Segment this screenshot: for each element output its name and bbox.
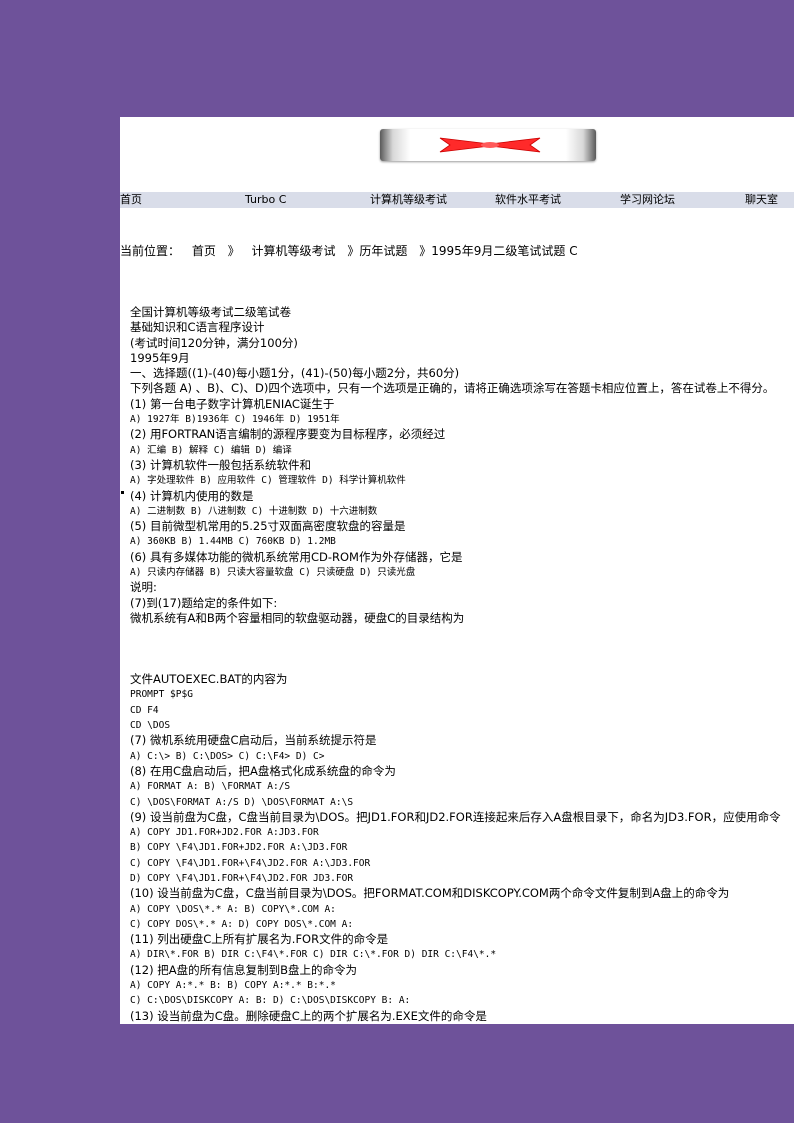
margin-dot <box>121 491 124 494</box>
breadcrumb-past-papers[interactable]: 》历年试题 <box>347 244 407 258</box>
answer-options-line: CD F4 <box>130 704 159 716</box>
answer-options-line: A) COPY \DOS\*.* A: B) COPY\*.COM A: <box>130 903 336 915</box>
exam-content: 全国计算机等级考试二级笔试卷 基础知识和C语言程序设计 (考试时间120分钟，满分1… <box>130 305 794 1024</box>
text-line: (7) 微机系统用硬盘C启动后，当前系统提示符是 <box>130 733 377 748</box>
text-line: (12) 把A盘的所有信息复制到B盘上的命令为 <box>130 962 358 977</box>
answer-options-line: A) 1927年 B)1936年 C) 1946年 D) 1951年 <box>130 414 340 426</box>
answer-options-line: A) FORMAT A: B) \FORMAT A:/S <box>130 781 291 793</box>
text-line: (4) 计算机内使用的数是 <box>130 488 254 503</box>
text-line: (3) 计算机软件一般包括系统软件和 <box>130 457 311 472</box>
breadcrumb-home[interactable]: 首页 <box>192 244 216 258</box>
nav-chat[interactable]: 聊天室 <box>745 192 778 208</box>
breadcrumb-computer-exam[interactable]: 计算机等级考试 <box>252 244 336 258</box>
answer-options-line: A) 二进制数 B) 八进制数 C) 十进制数 D) 十六进制数 <box>130 505 378 517</box>
text-line: (1) 第一台电子数字计算机ENIAC诞生于 <box>130 396 335 411</box>
text-line: (13) 设当前盘为C盘。删除硬盘C上的两个扩展名为.EXE文件的命令是 <box>130 1008 487 1023</box>
answer-options-line: A) 汇编 B) 解释 C) 编辑 D) 编译 <box>130 444 292 456</box>
answer-options-line: A) 字处理软件 B) 应用软件 C) 管理软件 D) 科学计算机软件 <box>130 475 406 487</box>
answer-options-line: A) C:\> B) C:\DOS> C) C:\F4> D) C> <box>130 750 325 762</box>
nav-computer-exam[interactable]: 计算机等级考试 <box>370 192 447 208</box>
text-line: 下列各题 A) 、B)、C)、D)四个选项中，只有一个选项是正确的，请将正确选项… <box>130 381 775 396</box>
answer-options-line: C) COPY \F4\JD1.FOR+\F4\JD2.FOR A:\JD3.F… <box>130 857 371 869</box>
text-line: 全国计算机等级考试二级笔试卷 <box>130 305 291 319</box>
answer-options-line: C) C:\DOS\DISKCOPY A: B: D) C:\DOS\DISKC… <box>130 995 411 1007</box>
nav-forum[interactable]: 学习网论坛 <box>620 192 675 208</box>
breadcrumb: 当前位置： 首页 》 计算机等级考试 》历年试题 》1995年9月二级笔试试题 … <box>120 242 794 259</box>
answer-options-line: B) COPY \F4\JD1.FOR+JD2.FOR A:\JD3.FOR <box>130 842 348 854</box>
text-line: 文件AUTOEXEC.BAT的内容为 <box>130 672 288 687</box>
red-x-logo-icon <box>439 137 541 153</box>
text-line: 基础知识和C语言程序设计 <box>130 320 265 335</box>
answer-options-line: A) COPY A:*.* B: B) COPY A:*.* B:*.* <box>130 980 336 992</box>
answer-options-line: PROMPT $P$G <box>130 689 193 701</box>
answer-options-line: C) \DOS\FORMAT A:/S D) \DOS\FORMAT A:\S <box>130 796 354 808</box>
top-nav: 首页 Turbo C 计算机等级考试 软件水平考试 学习网论坛 聊天室 <box>120 192 794 208</box>
text-line: (10) 设当前盘为C盘，C盘当前目录为\DOS。把FORMAT.COM和DIS… <box>130 886 730 901</box>
nav-software-exam[interactable]: 软件水平考试 <box>495 192 561 208</box>
document-page: 首页 Turbo C 计算机等级考试 软件水平考试 学习网论坛 聊天室 当前位置… <box>120 117 794 1024</box>
nav-turbo-c[interactable]: Turbo C <box>245 192 286 208</box>
text-line: 1995年9月 <box>130 350 190 365</box>
breadcrumb-prefix: 当前位置： <box>120 244 181 258</box>
answer-options-line: A) COPY JD1.FOR+JD2.FOR A:JD3.FOR <box>130 827 319 839</box>
text-line: (8) 在用C盘启动后，把A盘格式化成系统盘的命令为 <box>130 763 396 778</box>
breadcrumb-separator: 》 <box>227 244 240 258</box>
text-line: 一、选择题((1)-(40)每小题1分，(41)-(50)每小题2分，共60分) <box>130 366 460 381</box>
text-line: (9) 设当前盘为C盘，C盘当前目录为\DOS。把JD1.FOR和JD2.FOR… <box>130 809 781 824</box>
text-line: (11) 列出硬盘C上所有扩展名为.FOR文件的命令是 <box>130 932 389 947</box>
nav-home[interactable]: 首页 <box>120 192 142 208</box>
text-line: (考试时间120分钟，满分100分) <box>130 335 298 350</box>
answer-options-line: D) COPY \F4\JD1.FOR+\F4\JD2.FOR JD3.FOR <box>130 872 354 884</box>
answer-options-line: C) COPY DOS\*.* A: D) COPY DOS\*.COM A: <box>130 918 354 930</box>
site-banner <box>380 129 596 161</box>
breadcrumb-current: 》1995年9月二级笔试试题 C <box>419 244 578 258</box>
text-line: (6) 具有多媒体功能的微机系统常用CD-ROM作为外存储器，它是 <box>130 549 463 564</box>
answer-options-line: A) 360KB B) 1.44MB C) 760KB D) 1.2MB <box>130 536 336 548</box>
answer-options-line: A) DIR\*.FOR B) DIR C:\F4\*.FOR C) DIR C… <box>130 949 497 961</box>
answer-options-line: A) 只读内存储器 B) 只读大容量软盘 C) 只读硬盘 D) 只读光盘 <box>130 567 416 579</box>
answer-options-line: CD \DOS <box>130 720 171 732</box>
text-line: (5) 目前微型机常用的5.25寸双面高密度软盘的容量是 <box>130 519 406 534</box>
text-line: 说明: <box>130 580 157 595</box>
text-line: 微机系统有A和B两个容量相同的软盘驱动器，硬盘C的目录结构为 <box>130 610 465 625</box>
text-line: (7)到(17)题给定的条件如下: <box>130 595 278 610</box>
text-line: (2) 用FORTRAN语言编制的源程序要变为目标程序，必须经过 <box>130 427 446 442</box>
